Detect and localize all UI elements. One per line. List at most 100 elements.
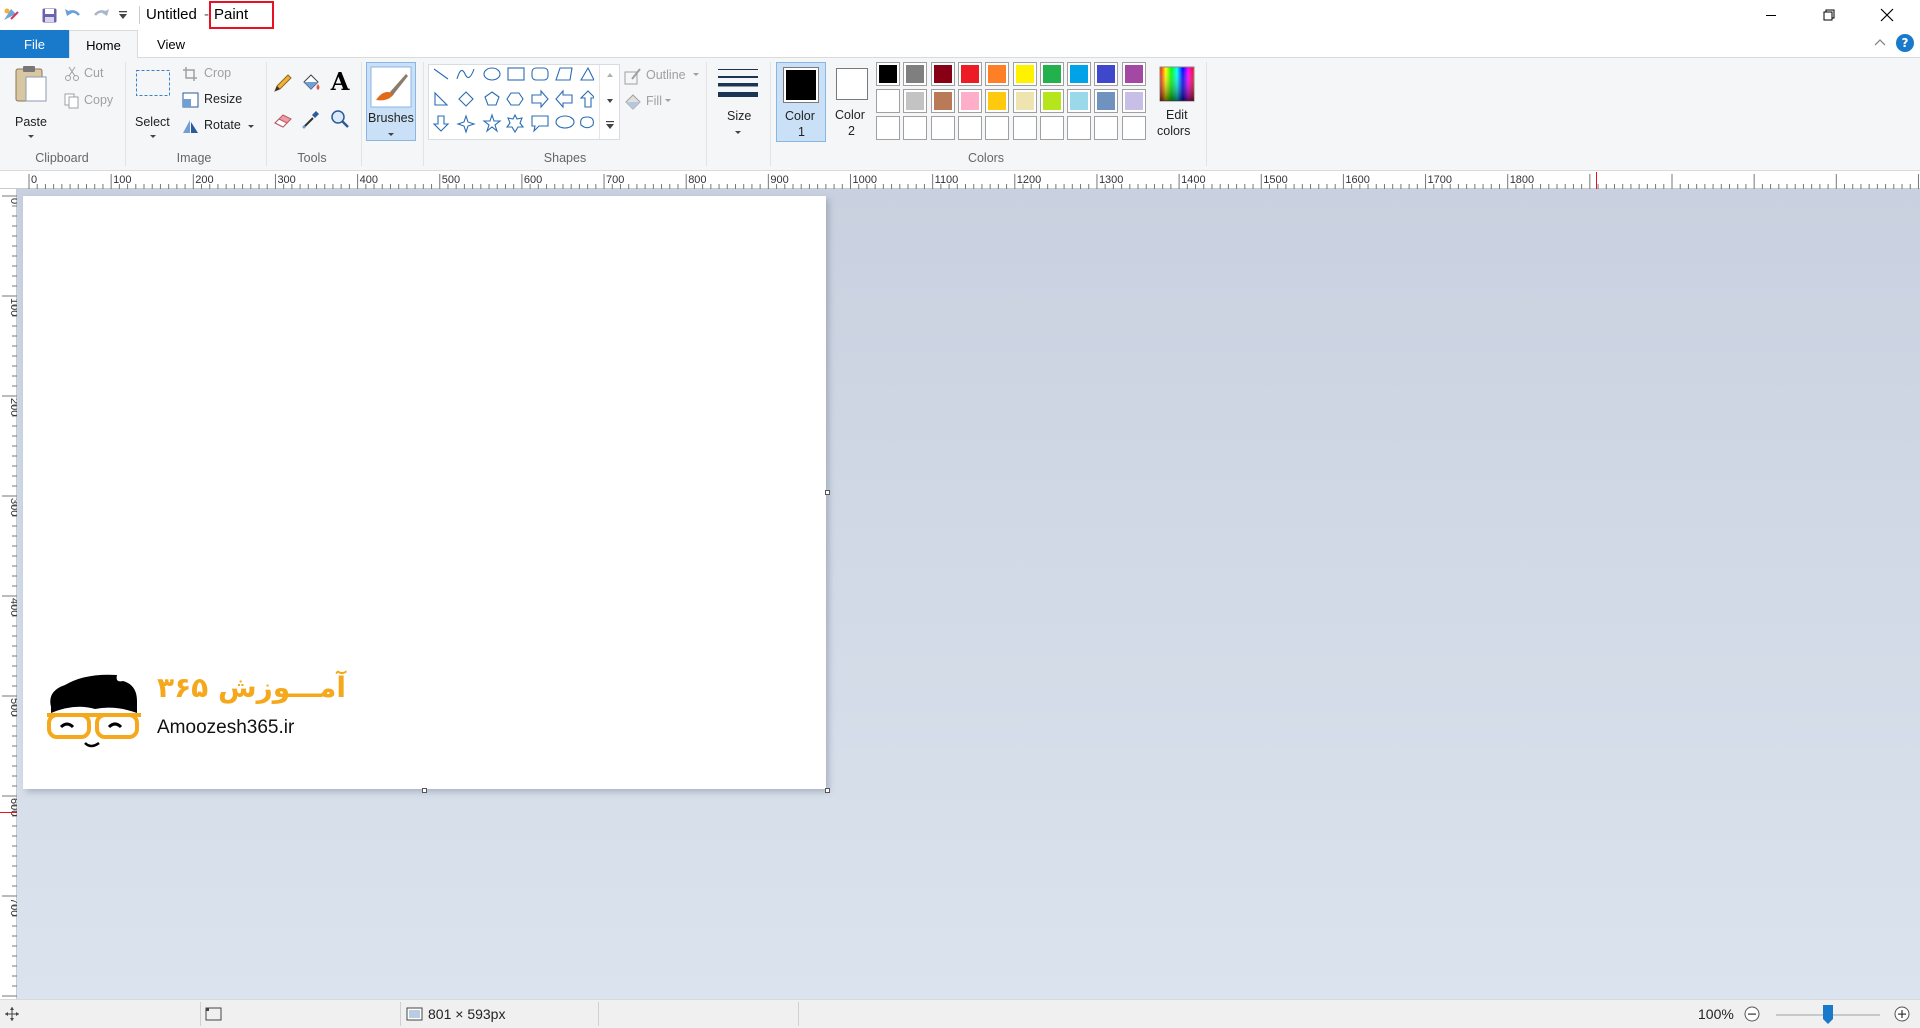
custom-color-slot[interactable] [1121, 116, 1146, 140]
palette-swatch[interactable] [985, 89, 1010, 113]
title-bar [0, 0, 1920, 30]
brushes-button[interactable]: Brushes [366, 62, 416, 141]
color1-fill [786, 70, 816, 100]
size-button[interactable]: Size [714, 63, 762, 141]
restore-button[interactable] [1800, 0, 1858, 30]
customize-chevron-icon[interactable] [112, 4, 134, 26]
resize-handle-right[interactable] [825, 490, 830, 495]
custom-color-slot[interactable] [876, 116, 900, 140]
resize-handle-corner[interactable] [825, 788, 830, 793]
color-picker-tool[interactable] [300, 108, 322, 130]
pencil-icon [274, 74, 292, 92]
size-label: Size [727, 109, 752, 123]
zoom-slider-thumb[interactable] [1822, 1004, 1834, 1025]
palette-swatch[interactable] [1094, 62, 1119, 86]
select-button[interactable]: Select [131, 63, 175, 141]
palette-swatch[interactable] [930, 62, 955, 86]
selection-size-icon [205, 1006, 223, 1022]
crop-icon [183, 67, 197, 81]
custom-color-slot[interactable] [1094, 116, 1119, 140]
ruler-label: 500 [442, 174, 460, 186]
palette-swatch[interactable] [903, 62, 928, 86]
tab-home[interactable]: Home [69, 30, 138, 59]
document-title: Untitled [146, 6, 197, 23]
ruler-label: 1100 [935, 174, 959, 186]
select-label: Select [135, 115, 170, 129]
palette-swatch-fill [1042, 92, 1061, 110]
custom-color-slot[interactable] [1067, 116, 1092, 140]
group-separator [361, 62, 362, 166]
palette-swatch[interactable] [957, 89, 982, 113]
edit-colors-button[interactable]: Edit colors [1152, 62, 1202, 142]
help-icon[interactable]: ? [1896, 34, 1914, 52]
tab-view[interactable]: View [138, 30, 204, 58]
paint-app-icon[interactable] [0, 4, 22, 26]
palette-swatch[interactable] [1039, 62, 1064, 86]
palette-swatch[interactable] [957, 62, 982, 86]
color2-fill [839, 71, 865, 97]
chevron-down-icon [248, 125, 254, 128]
fill-button[interactable]: Fill [624, 92, 684, 112]
palette-swatch[interactable] [1121, 62, 1146, 86]
palette-swatch[interactable] [1012, 62, 1037, 86]
ruler-label: 600 [8, 798, 17, 816]
image-size-text: 801 × 593px [428, 1006, 506, 1022]
palette-swatch[interactable] [985, 62, 1010, 86]
palette-swatch[interactable] [903, 89, 928, 113]
quick-access-separator [139, 6, 140, 24]
custom-color-slot[interactable] [1012, 116, 1037, 140]
collapse-ribbon-button[interactable] [1872, 35, 1888, 51]
zoom-out-button[interactable] [1744, 1006, 1760, 1022]
tab-file[interactable]: File [0, 30, 69, 58]
palette-swatch[interactable] [1094, 89, 1119, 113]
palette-swatch[interactable] [876, 89, 900, 113]
custom-color-slot[interactable] [903, 116, 928, 140]
custom-color-slot[interactable] [957, 116, 982, 140]
outline-button[interactable]: Outline [624, 66, 704, 86]
shapes-gallery[interactable] [428, 64, 620, 140]
save-icon[interactable] [38, 4, 60, 26]
vertical-ruler: 0 100 200 300 400 500 600 700 [0, 189, 17, 999]
custom-color-slot[interactable] [1039, 116, 1064, 140]
drawing-canvas[interactable]: آمـــوزش ۳۶۵ Amoozesh365.ir [23, 196, 826, 789]
palette-swatch-fill [933, 65, 952, 83]
palette-swatch[interactable] [1012, 89, 1037, 113]
color2-button[interactable]: Color 2 [830, 62, 880, 142]
fill-tool[interactable] [300, 72, 322, 94]
eraser-tool[interactable] [272, 108, 294, 130]
copy-button[interactable]: Copy [62, 91, 122, 111]
redo-icon[interactable] [90, 4, 112, 26]
color1-button[interactable]: Color 1 [776, 62, 826, 142]
text-icon[interactable]: A [329, 70, 351, 94]
palette-swatch[interactable] [876, 62, 900, 86]
undo-icon[interactable] [62, 4, 84, 26]
palette-swatch[interactable] [930, 89, 955, 113]
pencil-tool[interactable] [272, 72, 294, 94]
custom-color-slot[interactable] [930, 116, 955, 140]
rotate-button[interactable]: Rotate [180, 116, 260, 136]
palette-swatch[interactable] [1067, 89, 1092, 113]
palette-swatch-fill [879, 92, 897, 110]
group-label-image: Image [176, 151, 212, 165]
shapes-grid-icon [432, 66, 597, 134]
custom-color-slot[interactable] [985, 116, 1010, 140]
cut-label: Cut [84, 66, 104, 80]
fill-shape-icon [625, 94, 641, 110]
color1-swatch [783, 67, 819, 103]
ruler-label: 1500 [1263, 174, 1287, 186]
close-button[interactable] [1858, 0, 1916, 30]
resize-button[interactable]: Resize [180, 90, 250, 110]
resize-handle-bottom[interactable] [422, 788, 427, 793]
magnifier-tool[interactable] [329, 108, 351, 130]
palette-swatch[interactable] [1121, 89, 1146, 113]
crop-button[interactable]: Crop [180, 64, 250, 84]
cut-button[interactable]: Cut [62, 64, 122, 84]
paste-button[interactable]: Paste [6, 63, 56, 141]
zoom-in-button[interactable] [1894, 1006, 1910, 1022]
shapes-scroll[interactable] [599, 65, 619, 139]
palette-swatch-fill [988, 65, 1007, 83]
zoom-out-icon [1744, 1006, 1760, 1022]
minimize-button[interactable] [1742, 0, 1800, 30]
palette-swatch[interactable] [1039, 89, 1064, 113]
palette-swatch[interactable] [1067, 62, 1092, 86]
